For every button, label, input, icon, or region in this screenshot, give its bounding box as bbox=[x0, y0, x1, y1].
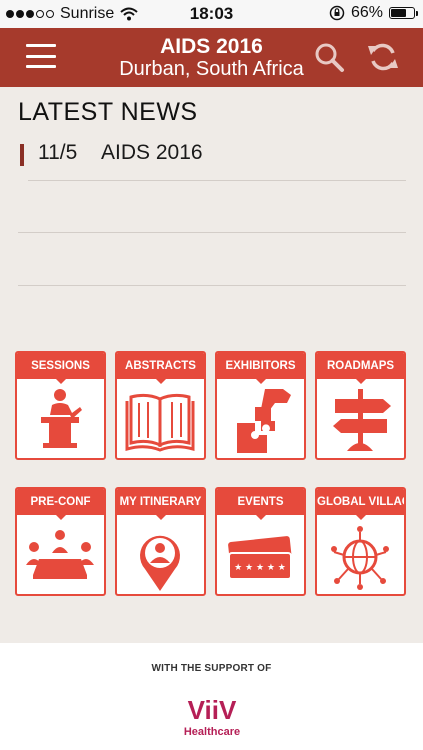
news-divider bbox=[28, 180, 406, 181]
tile-label: MY ITINERARY bbox=[117, 489, 204, 520]
tile-exhibitors[interactable]: EXHIBITORS bbox=[215, 351, 306, 460]
search-icon[interactable] bbox=[312, 40, 346, 74]
menu-icon[interactable] bbox=[26, 44, 56, 68]
tile-events[interactable]: EVENTS ★ ★ ★ ★ ★ bbox=[215, 487, 306, 596]
event-title: AIDS 2016 bbox=[160, 35, 263, 58]
news-date: 11/5 bbox=[38, 141, 78, 164]
tile-label: SESSIONS bbox=[17, 353, 104, 384]
news-divider bbox=[18, 285, 406, 286]
news-divider bbox=[18, 232, 406, 233]
news-item[interactable]: 11/5 AIDS 2016 bbox=[18, 141, 408, 179]
battery-percent: 66% bbox=[350, 4, 383, 21]
tile-my-itinerary[interactable]: MY ITINERARY bbox=[115, 487, 206, 596]
news-title: AIDS 2016 bbox=[101, 141, 203, 164]
sponsor-footer: WITH THE SUPPORT OF ViiV Healthcare bbox=[0, 643, 423, 750]
viiv-logo: ViiV Healthcare bbox=[184, 695, 240, 738]
signpost-icon bbox=[333, 389, 391, 451]
puzzle-hand-icon bbox=[237, 389, 291, 453]
tile-label: EXHIBITORS bbox=[217, 353, 304, 384]
speaker-podium-icon bbox=[41, 389, 82, 448]
meeting-table-icon bbox=[26, 530, 94, 579]
tile-abstracts[interactable]: ABSTRACTS bbox=[115, 351, 206, 460]
tile-label: ABSTRACTS bbox=[117, 353, 204, 384]
user-pin-icon bbox=[140, 535, 180, 591]
svg-text:★ ★ ★ ★ ★: ★ ★ ★ ★ ★ bbox=[234, 563, 286, 573]
tile-global-village[interactable]: GLOBAL VILLAGE bbox=[315, 487, 406, 596]
support-text: WITH THE SUPPORT OF bbox=[151, 663, 272, 674]
tile-pre-conf[interactable]: PRE-CONF bbox=[15, 487, 106, 596]
refresh-icon[interactable] bbox=[366, 40, 400, 74]
tile-label: PRE-CONF bbox=[17, 489, 104, 520]
section-title: LATEST NEWS bbox=[18, 98, 198, 126]
tile-sessions[interactable]: SESSIONS bbox=[15, 351, 106, 460]
nav-title: AIDS 2016 Durban, South Africa bbox=[0, 35, 423, 81]
open-book-icon bbox=[125, 393, 195, 452]
svg-text:Healthcare: Healthcare bbox=[184, 726, 240, 738]
status-bar: Sunrise 18:03 66% bbox=[0, 0, 423, 28]
status-right: 66% bbox=[329, 4, 418, 22]
tile-label: EVENTS bbox=[217, 489, 304, 520]
battery-icon bbox=[389, 7, 418, 19]
globe-people-icon bbox=[331, 526, 389, 590]
news-marker bbox=[20, 144, 24, 166]
tile-roadmaps[interactable]: ROADMAPS bbox=[315, 351, 406, 460]
tile-label: GLOBAL VILLAGE bbox=[317, 489, 404, 520]
rotation-lock-icon bbox=[329, 5, 345, 21]
svg-text:ViiV: ViiV bbox=[188, 695, 237, 725]
tickets-icon: ★ ★ ★ ★ ★ bbox=[228, 536, 292, 580]
event-location: Durban, South Africa bbox=[119, 58, 304, 80]
nav-bar: AIDS 2016 Durban, South Africa bbox=[0, 28, 423, 87]
tile-label: ROADMAPS bbox=[317, 353, 404, 384]
